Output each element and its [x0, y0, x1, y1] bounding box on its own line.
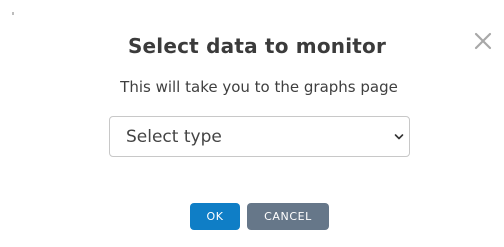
dialog-subtitle: This will take you to the graphs page [120, 78, 398, 96]
dialog-title: Select data to monitor [127, 34, 387, 58]
cancel-button[interactable]: CANCEL [247, 203, 329, 230]
chevron-down-icon [394, 133, 404, 141]
ok-button[interactable]: OK [190, 203, 240, 230]
monitor-dialog: Select data to monitor This will take yo… [0, 0, 504, 247]
corner-mark [12, 12, 14, 15]
type-select-value: Select type [126, 127, 222, 147]
type-select[interactable]: Select type [109, 116, 410, 157]
